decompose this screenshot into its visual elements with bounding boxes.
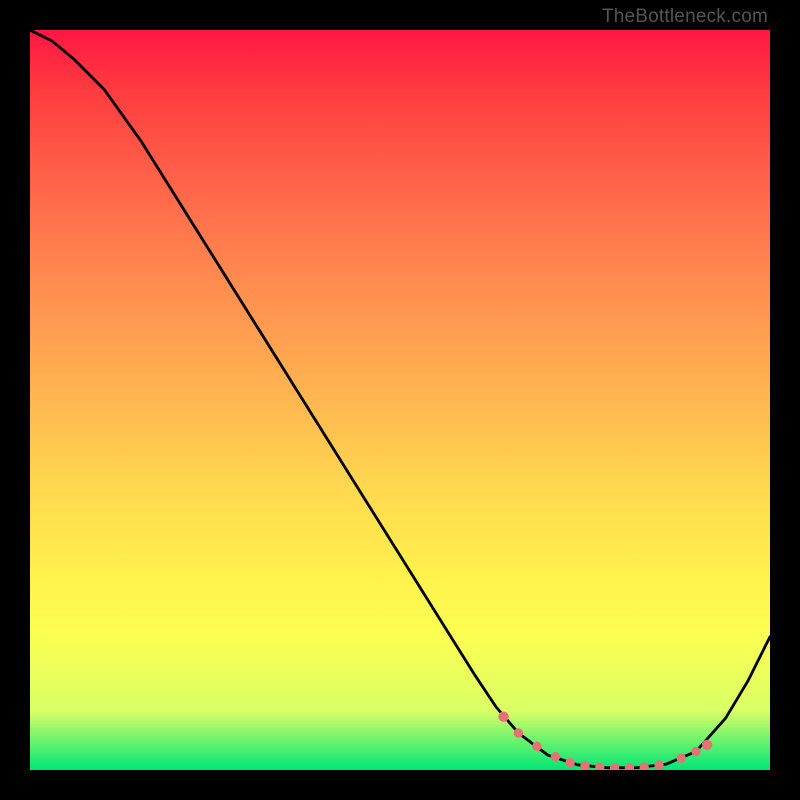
plot-area — [30, 30, 770, 770]
sweet-spot-marker — [551, 752, 560, 761]
attribution-text: TheBottleneck.com — [602, 6, 768, 28]
sweet-spot-marker — [580, 761, 589, 770]
sweet-spot-marker — [498, 712, 508, 722]
sweet-spot-marker — [625, 763, 634, 770]
sweet-spot-marker — [610, 763, 619, 770]
sweet-spot-marker — [595, 762, 604, 770]
sweet-spot-marker — [654, 760, 663, 769]
sweet-spot-marker — [691, 747, 700, 756]
bottleneck-curve — [30, 30, 770, 768]
sweet-spot-marker — [514, 728, 523, 737]
curve-layer — [30, 30, 770, 770]
sweet-spot-marker — [677, 753, 686, 762]
sweet-spot-marker — [640, 762, 649, 770]
sweet-spot-marker — [702, 740, 712, 750]
sweet-spot-marker — [532, 742, 541, 751]
sweet-spot-marker — [566, 758, 575, 767]
chart-frame: TheBottleneck.com — [0, 0, 800, 800]
